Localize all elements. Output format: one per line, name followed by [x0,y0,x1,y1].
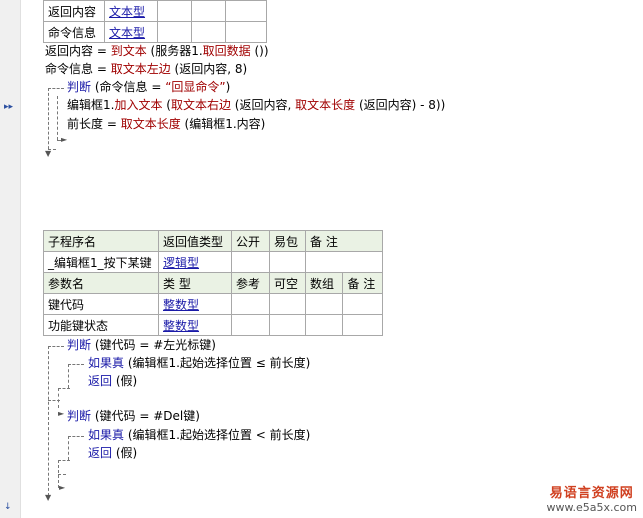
table-row[interactable]: 命令信息 文本型 [43,21,267,43]
flow-arrow-icon: ▼ [45,493,52,502]
var-type: 文本型 [104,21,158,43]
flow-arrow-icon: ► [58,409,65,418]
return-type: 逻辑型 [158,251,232,273]
var-name: 命令信息 [43,21,105,43]
flow-line [48,346,64,347]
flow-line [58,388,59,408]
param-type: 整数型 [158,293,232,315]
current-line-marker-icon: ▸▸ [4,102,14,112]
flow-line [48,400,60,401]
code-line[interactable]: 判断 (键代码 = #Del键) [67,408,200,425]
scroll-down-marker-icon: ↓ [4,502,12,512]
flow-line [68,364,84,365]
flow-line [68,436,84,437]
param-name: 键代码 [43,293,159,315]
subroutine-name: _编辑框1_按下某键 [43,251,159,273]
flow-arrow-icon: ► [59,483,66,492]
subroutine-table: 子程序名 返回值类型 公开 易包 备 注 _编辑框1_按下某键 逻辑型 参数名 … [43,230,383,336]
code-line[interactable]: 如果真 (编辑框1.起始选择位置 < 前长度) [88,427,310,444]
table-row[interactable]: 功能键状态 整数型 [43,314,383,336]
code-line[interactable]: 如果真 (编辑框1.起始选择位置 ≤ 前长度) [88,355,310,372]
code-line[interactable]: 返回 (假) [88,373,137,390]
flow-line [57,96,58,140]
table-row[interactable]: _编辑框1_按下某键 逻辑型 [43,251,383,273]
flow-line [58,474,66,475]
table-header-row: 参数名 类 型 参考 可空 数组 备 注 [43,272,383,294]
flow-line [58,460,70,461]
param-type: 整数型 [158,314,232,336]
flow-line [48,88,64,89]
table-header-row: 子程序名 返回值类型 公开 易包 备 注 [43,230,383,252]
site-watermark: 易语言资源网 www.e5a5x.com [547,482,637,514]
table-row[interactable]: 返回内容 文本型 [43,0,267,22]
var-name: 返回内容 [43,0,105,22]
code-line[interactable]: 编辑框1.加入文本 (取文本右边 (返回内容, 取文本长度 (返回内容) - 8… [67,97,445,114]
flow-line [58,388,70,389]
code-line[interactable]: 前长度 = 取文本长度 (编辑框1.内容) [67,116,265,133]
flow-line [68,364,69,388]
table-row[interactable]: 键代码 整数型 [43,293,383,315]
flow-line [68,436,69,460]
code-line[interactable]: 命令信息 = 取文本左边 (返回内容, 8) [45,61,247,78]
code-line[interactable]: 返回 (假) [88,445,137,462]
flow-line [48,88,49,154]
watermark-title: 易语言资源网 [549,486,634,501]
flow-line [48,346,49,496]
watermark-url: www.e5a5x.com [546,501,637,514]
var-type: 文本型 [104,0,158,22]
code-line[interactable]: 返回内容 = 到文本 (服务器1.取回数据 ()) [45,43,269,60]
editor-gutter: ▸▸ ↓ [0,0,21,518]
flow-arrow-icon: ▼ [45,149,52,158]
code-line[interactable]: 判断 (键代码 = #左光标键) [67,337,216,354]
flow-arrow-icon: ► [61,135,68,144]
param-name: 功能键状态 [43,314,159,336]
variable-table: 返回内容 文本型 命令信息 文本型 [43,0,267,43]
code-line[interactable]: 判断 (命令信息 = “回显命令”) [67,79,230,96]
